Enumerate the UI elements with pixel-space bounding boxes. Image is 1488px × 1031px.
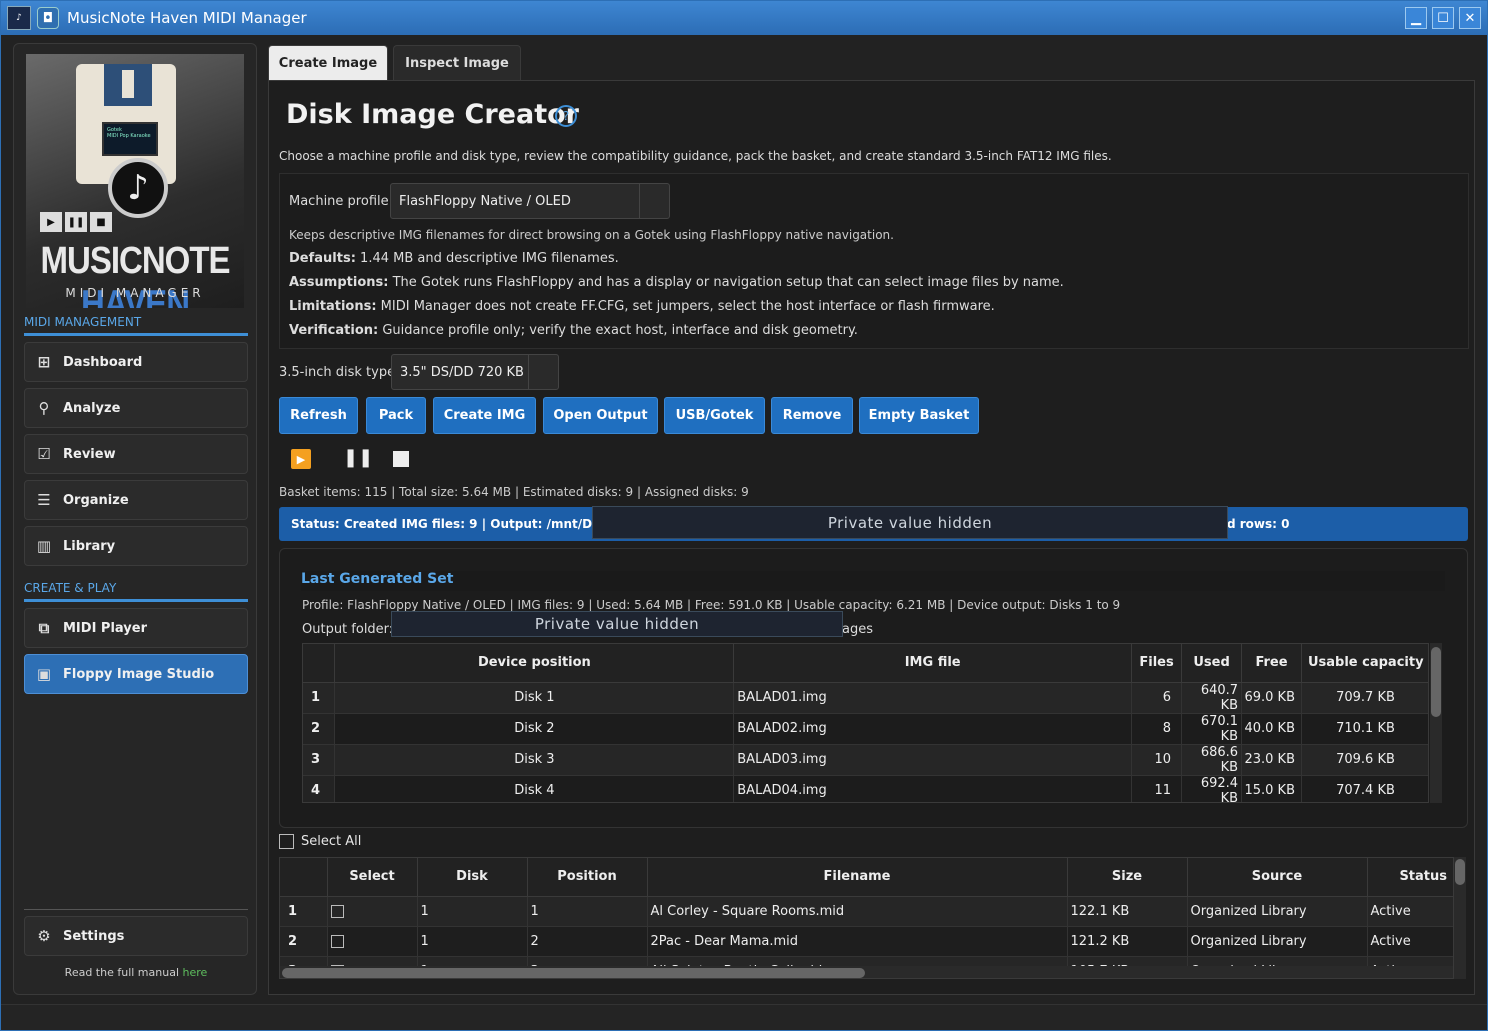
- section-midi-management: MIDI MANAGEMENT: [24, 315, 248, 336]
- last-set-profile-line: Profile: FlashFloppy Native / OLED | IMG…: [302, 598, 1121, 612]
- tab-inspect-image[interactable]: Inspect Image: [393, 45, 521, 81]
- table-row[interactable]: 2 Disk 2 BALAD02.img 8 670.1 KB 40.0 KB 710.1 …: [303, 713, 1428, 745]
- disk-type-select[interactable]: 3.5" DS/DD 720 KB: [391, 354, 559, 390]
- select-all-checkbox[interactable]: Select All: [279, 834, 361, 849]
- help-icon[interactable]: ?: [555, 105, 577, 127]
- sidebar-item-analyze[interactable]: ⚲ Analyze: [24, 388, 248, 428]
- play-icon[interactable]: ▶: [291, 449, 311, 469]
- status-strip: [1, 1004, 1487, 1030]
- output-folder-tail: ages: [842, 622, 873, 637]
- disk-type-label: 3.5-inch disk type: [279, 365, 396, 380]
- refresh-button[interactable]: Refresh: [279, 397, 358, 434]
- sidebar-item-midi-player[interactable]: ⧉ MIDI Player: [24, 608, 248, 648]
- profile-limitations: Limitations: MIDI Manager does not creat…: [289, 299, 995, 314]
- main-area: Create Image Inspect Image Disk Image Cr…: [263, 43, 1477, 997]
- sidebar-item-dashboard[interactable]: ⊞ Dashboard: [24, 342, 248, 382]
- section-create-play: CREATE & PLAY: [24, 581, 248, 602]
- search-icon: ⚲: [38, 399, 50, 417]
- table-row[interactable]: 4 Disk 4 BALAD04.img 11 692.4 KB 15.0 KB 707.4…: [303, 775, 1428, 802]
- row-checkbox[interactable]: [330, 904, 344, 918]
- manual-link[interactable]: here: [183, 966, 208, 979]
- machine-profile-label: Machine profile: [289, 194, 389, 209]
- manual-hint: Read the full manual here: [64, 966, 208, 979]
- window-title: MusicNote Haven MIDI Manager: [67, 9, 307, 27]
- lcd-display: Gotek MIDI Pop Karaoke: [102, 122, 158, 156]
- tab-create-image[interactable]: Create Image: [268, 45, 388, 81]
- output-folder-label: Output folder:: [302, 622, 394, 637]
- gear-icon: ⚙: [37, 927, 51, 945]
- page-title: Disk Image Creator: [286, 99, 579, 130]
- chevron-down-icon: [528, 355, 558, 389]
- page-description: Choose a machine profile and disk type, …: [279, 149, 1112, 163]
- row-checkbox[interactable]: [330, 934, 344, 948]
- window-menu-icon[interactable]: ◘: [37, 7, 59, 29]
- pause-icon[interactable]: ❚❚: [343, 447, 373, 468]
- table-row[interactable]: 1 1 1 Al Corley - Square Rooms.mid 122.1 KB O…: [280, 896, 1453, 927]
- horizontal-scrollbar[interactable]: [280, 966, 1453, 978]
- privacy-mask: Private value hidden: [391, 611, 843, 637]
- pack-button[interactable]: Pack: [366, 397, 426, 434]
- list-icon: ☰: [37, 491, 51, 509]
- play-box-icon: ⧉: [38, 619, 50, 637]
- profile-assumptions: Assumptions: The Gotek runs FlashFloppy …: [289, 275, 1064, 290]
- table-row[interactable]: 2 1 2 2Pac - Dear Mama.mid 121.2 KB Organized…: [280, 926, 1453, 957]
- maximize-icon[interactable]: ☐: [1432, 7, 1454, 29]
- profile-panel: Machine profile FlashFloppy Native / OLE…: [279, 173, 1469, 349]
- generated-set-table: Device position IMG file Files Used Free…: [302, 643, 1429, 803]
- last-generated-set: Last Generated Set Profile: FlashFloppy …: [279, 548, 1468, 828]
- floppy-icon: ▣: [36, 665, 52, 683]
- grid-icon: ⊞: [37, 353, 51, 371]
- remove-button[interactable]: Remove: [771, 397, 853, 434]
- profile-defaults: Defaults: 1.44 MB and descriptive IMG fi…: [289, 251, 619, 266]
- table-row[interactable]: 1 Disk 1 BALAD01.img 6 640.7 KB 69.0 KB 709.7 …: [303, 682, 1428, 714]
- privacy-mask: Private value hidden: [592, 506, 1228, 539]
- create-image-panel: Disk Image Creator ? Choose a machine pr…: [268, 80, 1475, 995]
- profile-verification: Verification: Guidance profile only; ver…: [289, 323, 858, 338]
- open-output-button[interactable]: Open Output: [543, 397, 658, 434]
- sidebar: Gotek MIDI Pop Karaoke ♪ ▶ ❚❚ ■ MUSICNOTE H…: [13, 43, 257, 995]
- vertical-scrollbar[interactable]: [1430, 643, 1442, 803]
- last-set-title: Last Generated Set: [301, 571, 1445, 591]
- basket-summary: Basket items: 115 | Total size: 5.64 MB …: [279, 485, 749, 499]
- close-icon[interactable]: ✕: [1459, 7, 1481, 29]
- minimize-icon[interactable]: ▁: [1405, 7, 1427, 29]
- app-window: ♪ ◘ MusicNote Haven MIDI Manager ▁ ☐ ✕ G…: [0, 0, 1488, 1031]
- sidebar-item-library[interactable]: ▥ Library: [24, 526, 248, 566]
- machine-profile-select[interactable]: FlashFloppy Native / OLED: [390, 183, 670, 219]
- settings-button[interactable]: ⚙ Settings: [24, 916, 248, 956]
- app-cover-art: Gotek MIDI Pop Karaoke ♪ ▶ ❚❚ ■ MUSICNOTE H…: [26, 54, 244, 308]
- media-controls-illustration: ▶ ❚❚ ■: [40, 212, 112, 232]
- vertical-scrollbar[interactable]: [1454, 857, 1466, 979]
- check-square-icon: ☑: [37, 445, 51, 463]
- sidebar-item-organize[interactable]: ☰ Organize: [24, 480, 248, 520]
- columns-icon: ▥: [36, 537, 52, 555]
- basket-table: Select Disk Position Filename Size Sourc…: [279, 857, 1454, 979]
- chevron-down-icon: [639, 184, 669, 218]
- usb-gotek-button[interactable]: USB/Gotek: [664, 397, 765, 434]
- stop-icon[interactable]: [393, 451, 409, 467]
- sidebar-item-floppy-image-studio[interactable]: ▣ Floppy Image Studio: [24, 654, 248, 694]
- table-row[interactable]: 3 Disk 3 BALAD03.img 10 686.6 KB 23.0 KB 709.6…: [303, 744, 1428, 776]
- sidebar-item-review[interactable]: ☑ Review: [24, 434, 248, 474]
- empty-basket-button[interactable]: Empty Basket: [859, 397, 979, 434]
- checkbox-icon: [279, 834, 294, 849]
- profile-summary: Keeps descriptive IMG filenames for dire…: [289, 228, 894, 242]
- app-logo-icon: ♪: [7, 6, 31, 30]
- title-bar: ♪ ◘ MusicNote Haven MIDI Manager ▁ ☐ ✕: [1, 1, 1487, 35]
- cover-subtitle: MIDI MANAGER: [65, 286, 205, 300]
- music-note-icon: ♪: [108, 158, 168, 218]
- create-img-button[interactable]: Create IMG: [433, 397, 536, 434]
